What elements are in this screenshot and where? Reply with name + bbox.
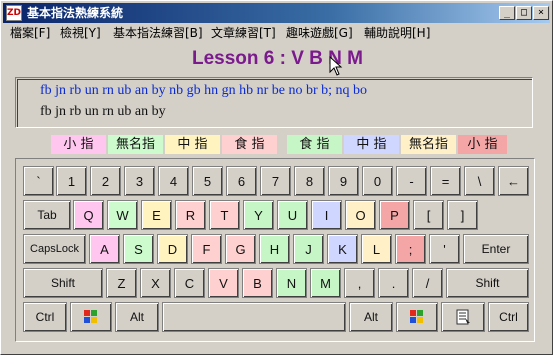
key-w[interactable]: W	[107, 200, 138, 230]
key-t[interactable]: T	[209, 200, 240, 230]
menu-article-practice[interactable]: 文章練習[T]	[211, 25, 276, 41]
key-k[interactable]: K	[327, 234, 358, 264]
key-n[interactable]: N	[276, 268, 307, 298]
key-a[interactable]: A	[89, 234, 120, 264]
key-period[interactable]: .	[378, 268, 409, 298]
key-menu[interactable]	[441, 302, 485, 332]
typed-text: fb jn rb un rn ub an by	[40, 104, 166, 119]
key-8[interactable]: 8	[294, 166, 325, 196]
key-left-shift[interactable]: Shift	[23, 268, 103, 298]
right-pinky-label: 小 指	[458, 135, 507, 154]
left-index-label: 食 指	[222, 135, 277, 154]
key-9[interactable]: 9	[328, 166, 359, 196]
right-ring-label: 無名指	[401, 135, 456, 154]
key-space[interactable]	[162, 302, 346, 332]
key-p[interactable]: P	[379, 200, 410, 230]
key-q[interactable]: Q	[73, 200, 104, 230]
key-comma[interactable]: ,	[344, 268, 375, 298]
key-r[interactable]: R	[175, 200, 206, 230]
key-5[interactable]: 5	[192, 166, 223, 196]
key-3[interactable]: 3	[124, 166, 155, 196]
mouse-pointer-icon	[329, 56, 343, 76]
key-x[interactable]: X	[140, 268, 171, 298]
key-v[interactable]: V	[208, 268, 239, 298]
key-d[interactable]: D	[157, 234, 188, 264]
key-h[interactable]: H	[259, 234, 290, 264]
window-title: 基本指法熟練系統	[27, 6, 124, 20]
key-minus[interactable]: -	[396, 166, 427, 196]
key-m[interactable]: M	[310, 268, 341, 298]
menu-help[interactable]: 輔助說明[H]	[364, 25, 430, 41]
key-left-windows[interactable]	[70, 302, 112, 332]
key-right-ctrl[interactable]: Ctrl	[488, 302, 529, 332]
app-window: ZD 基本指法熟練系統 _ □ × 檔案[F] 檢視[Y] 基本指法練習[B] …	[0, 0, 553, 355]
key-backtick[interactable]: `	[23, 166, 54, 196]
app-icon[interactable]: ZD	[6, 5, 22, 21]
right-middle-label: 中 指	[344, 135, 399, 154]
key-right-windows[interactable]	[396, 302, 438, 332]
key-z[interactable]: Z	[106, 268, 137, 298]
close-button[interactable]: ×	[533, 6, 549, 20]
windows-icon	[84, 310, 97, 323]
key-backslash[interactable]: \	[464, 166, 495, 196]
key-g[interactable]: G	[225, 234, 256, 264]
key-semicolon[interactable]: ;	[395, 234, 426, 264]
windows-icon	[410, 310, 423, 323]
key-left-bracket[interactable]: [	[413, 200, 444, 230]
key-c[interactable]: C	[174, 268, 205, 298]
menu-fun-games[interactable]: 趣味遊戲[G]	[286, 25, 353, 41]
target-text: fb jn rb un rn ub an by nb gb hn gn hb n…	[40, 83, 368, 98]
menu-file[interactable]: 檔案[F]	[10, 25, 50, 41]
context-menu-icon	[456, 309, 470, 325]
key-capslock[interactable]: CapsLock	[23, 234, 86, 264]
key-left-ctrl[interactable]: Ctrl	[23, 302, 67, 332]
key-i[interactable]: I	[311, 200, 342, 230]
key-4[interactable]: 4	[158, 166, 189, 196]
menu-basic-practice[interactable]: 基本指法練習[B]	[113, 25, 203, 41]
menu-view[interactable]: 檢視[Y]	[60, 25, 101, 41]
key-7[interactable]: 7	[260, 166, 291, 196]
key-f[interactable]: F	[191, 234, 222, 264]
left-pinky-label: 小 指	[51, 135, 106, 154]
key-6[interactable]: 6	[226, 166, 257, 196]
practice-text-box[interactable]: fb jn rb un rn ub an by nb gb hn gn hb n…	[15, 77, 533, 128]
left-ring-label: 無名指	[108, 135, 163, 154]
key-right-bracket[interactable]: ]	[447, 200, 478, 230]
key-slash[interactable]: /	[412, 268, 443, 298]
key-backspace[interactable]: ←	[498, 166, 529, 196]
minimize-button[interactable]: _	[499, 6, 515, 20]
key-right-alt[interactable]: Alt	[349, 302, 393, 332]
key-0[interactable]: 0	[362, 166, 393, 196]
key-enter[interactable]: Enter	[463, 234, 529, 264]
menu-bar: 檔案[F] 檢視[Y] 基本指法練習[B] 文章練習[T] 趣味遊戲[G] 輔助…	[3, 24, 550, 42]
key-quote[interactable]: '	[429, 234, 460, 264]
lesson-title: Lesson 6 : V B N M	[191, 48, 364, 69]
key-right-shift[interactable]: Shift	[446, 268, 529, 298]
maximize-button[interactable]: □	[516, 6, 532, 20]
right-index-label: 食 指	[287, 135, 342, 154]
key-1[interactable]: 1	[56, 166, 87, 196]
title-bar[interactable]: ZD 基本指法熟練系統 _ □ ×	[3, 3, 550, 23]
key-l[interactable]: L	[361, 234, 392, 264]
key-e[interactable]: E	[141, 200, 172, 230]
key-u[interactable]: U	[277, 200, 308, 230]
key-equals[interactable]: =	[430, 166, 461, 196]
key-y[interactable]: Y	[243, 200, 274, 230]
key-left-alt[interactable]: Alt	[115, 302, 159, 332]
key-b[interactable]: B	[242, 268, 273, 298]
key-j[interactable]: J	[293, 234, 324, 264]
left-middle-label: 中 指	[165, 135, 220, 154]
key-tab[interactable]: Tab	[23, 200, 71, 230]
key-s[interactable]: S	[123, 234, 154, 264]
key-o[interactable]: O	[345, 200, 376, 230]
key-2[interactable]: 2	[90, 166, 121, 196]
